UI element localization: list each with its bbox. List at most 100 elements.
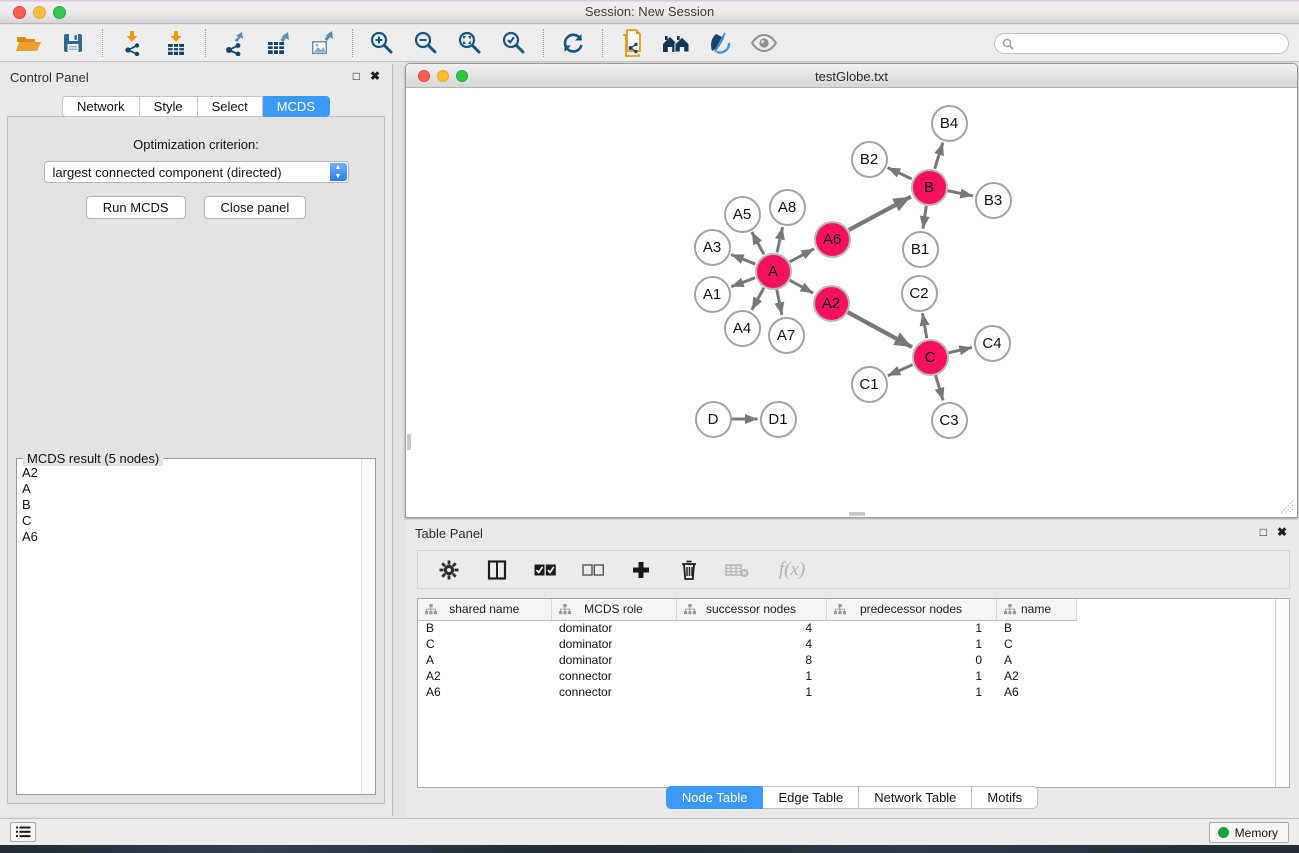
graph-node-C4[interactable]: C4 [974, 325, 1011, 362]
search-field[interactable] [994, 33, 1289, 54]
graph-node-A4[interactable]: A4 [724, 310, 761, 347]
export-image-icon[interactable] [308, 29, 338, 57]
show-column-icon[interactable] [484, 556, 510, 584]
graph-node-C2[interactable]: C2 [901, 275, 938, 312]
graph-edge-B-B2[interactable] [888, 168, 912, 179]
table-cell[interactable]: C [996, 636, 1076, 652]
graph-node-B1[interactable]: B1 [902, 231, 939, 268]
tab-select[interactable]: Select [198, 96, 263, 117]
graph-edge-B-B3[interactable] [948, 191, 973, 196]
close-panel-icon[interactable]: ✖ [370, 70, 380, 82]
mcds-result-item[interactable]: A2 [18, 465, 360, 481]
graph-edge-A-A4[interactable] [752, 288, 764, 310]
graph-node-A3[interactable]: A3 [694, 229, 731, 266]
table-cell[interactable]: 1 [676, 668, 826, 684]
resize-grip-icon[interactable] [1280, 500, 1294, 514]
table-cell[interactable]: 8 [676, 652, 826, 668]
save-session-icon[interactable] [58, 29, 88, 57]
graph-node-A[interactable]: A [755, 253, 792, 290]
graph-edge-A-A3[interactable] [731, 255, 755, 265]
table-cell[interactable]: A6 [418, 684, 551, 700]
column-header[interactable]: successor nodes [676, 599, 826, 620]
table-cell[interactable]: A2 [418, 668, 551, 684]
graph-node-A8[interactable]: A8 [769, 189, 806, 226]
column-header[interactable]: predecessor nodes [826, 599, 996, 620]
table-cell[interactable]: dominator [551, 652, 676, 668]
graph-edge-A-A1[interactable] [731, 278, 755, 287]
tab-network-table[interactable]: Network Table [859, 786, 972, 809]
column-header[interactable]: MCDS role [551, 599, 676, 620]
open-file-icon[interactable] [14, 29, 44, 57]
column-header[interactable]: name [996, 599, 1076, 620]
table-cell[interactable]: A2 [996, 668, 1076, 684]
table-cell[interactable]: 1 [826, 668, 996, 684]
graph-edge-A2-C[interactable] [848, 312, 912, 347]
close-panel-button[interactable]: Close panel [204, 196, 307, 219]
run-mcds-button[interactable]: Run MCDS [86, 196, 186, 219]
graph-node-B[interactable]: B [911, 169, 948, 206]
table-cell[interactable]: dominator [551, 636, 676, 652]
zoom-in-icon[interactable] [367, 29, 397, 57]
table-cell[interactable]: A [418, 652, 551, 668]
mcds-result-list[interactable]: A2ABCA6 [18, 465, 360, 793]
tab-style[interactable]: Style [140, 96, 198, 117]
task-history-button[interactable] [10, 822, 36, 842]
table-cell[interactable]: connector [551, 684, 676, 700]
tab-motifs[interactable]: Motifs [972, 786, 1038, 809]
graph-node-A1[interactable]: A1 [694, 276, 731, 313]
column-header[interactable]: shared name [418, 599, 551, 620]
table-cell[interactable]: C [418, 636, 551, 652]
table-cell[interactable]: 0 [826, 652, 996, 668]
export-network-icon[interactable] [220, 29, 250, 57]
graph-edge-A-A8[interactable] [777, 227, 783, 252]
graph-edge-A-A6[interactable] [790, 249, 814, 262]
zoom-fit-icon[interactable] [455, 29, 485, 57]
mcds-result-item[interactable]: B [18, 497, 360, 513]
apply-layout-icon[interactable] [558, 29, 588, 57]
select-all-icon[interactable] [532, 556, 558, 584]
import-table-icon[interactable] [161, 29, 191, 57]
graph-node-D1[interactable]: D1 [760, 401, 797, 438]
table-cell[interactable]: connector [551, 668, 676, 684]
export-table-icon[interactable] [264, 29, 294, 57]
table-row[interactable]: Adominator80A [418, 652, 1275, 668]
graph-edge-A-A2[interactable] [790, 280, 813, 293]
tab-mcds[interactable]: MCDS [263, 96, 330, 117]
table-cell[interactable]: 1 [826, 636, 996, 652]
graph-node-C[interactable]: C [912, 339, 949, 376]
import-network-icon[interactable] [117, 29, 147, 57]
graph-node-A5[interactable]: A5 [724, 196, 761, 233]
graph-edge-A6-B[interactable] [849, 197, 911, 230]
table-cell[interactable]: dominator [551, 620, 676, 636]
graph-edge-A-A5[interactable] [752, 232, 764, 254]
create-column-icon[interactable] [628, 556, 654, 584]
table-row[interactable]: Bdominator41B [418, 620, 1275, 636]
table-cell[interactable]: 1 [676, 684, 826, 700]
graph-node-A2[interactable]: A2 [813, 285, 850, 322]
graph-edge-A-A7[interactable] [777, 290, 782, 315]
mcds-result-scrollbar[interactable] [361, 459, 375, 794]
graph-edge-C-C2[interactable] [922, 313, 926, 338]
mcds-result-item[interactable]: A6 [18, 529, 360, 545]
table-row[interactable]: A6connector11A6 [418, 684, 1275, 700]
table-cell[interactable]: B [996, 620, 1076, 636]
close-table-panel-icon[interactable]: ✖ [1277, 526, 1287, 538]
table-cell[interactable]: 4 [676, 620, 826, 636]
deselect-all-icon[interactable] [580, 556, 606, 584]
graph-node-B4[interactable]: B4 [931, 105, 968, 142]
graph-node-A6[interactable]: A6 [814, 221, 851, 258]
memory-button[interactable]: Memory [1209, 822, 1289, 843]
graph-node-C1[interactable]: C1 [851, 366, 888, 403]
graph-node-A7[interactable]: A7 [768, 317, 805, 354]
table-cell[interactable]: 1 [826, 620, 996, 636]
float-table-panel-icon[interactable]: □ [1260, 526, 1267, 538]
table-scrollbar[interactable] [1275, 599, 1289, 787]
first-neighbors-icon[interactable] [661, 29, 691, 57]
graph-edge-C-C1[interactable] [888, 365, 913, 376]
show-hide-panel-eye-icon[interactable] [749, 29, 779, 57]
tab-edge-table[interactable]: Edge Table [763, 786, 859, 809]
criterion-select[interactable]: largest connected component (directed) ▲… [44, 161, 349, 183]
graph-edge-C-C3[interactable] [935, 375, 943, 400]
graph-edge-B-B1[interactable] [923, 206, 926, 229]
zoom-selected-icon[interactable] [499, 29, 529, 57]
